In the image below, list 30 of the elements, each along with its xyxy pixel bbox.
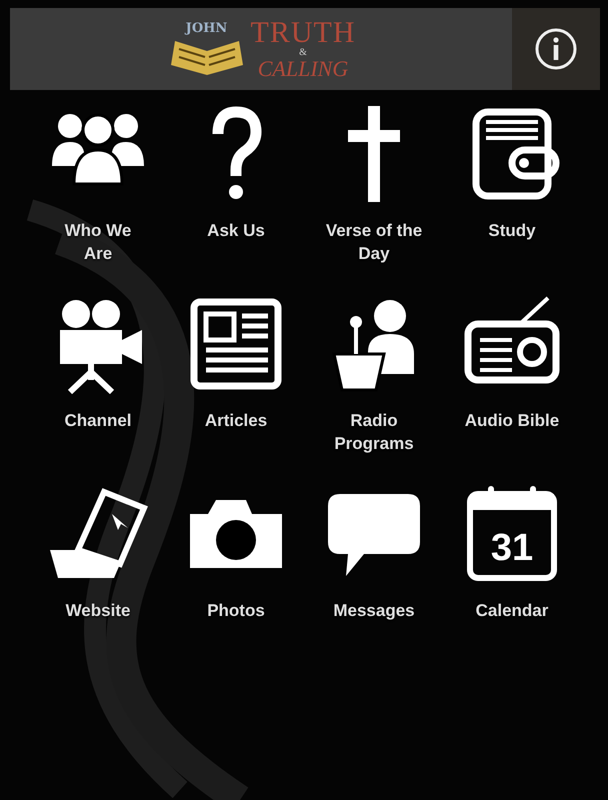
logo-subtitle: CALLING: [258, 58, 348, 80]
info-button[interactable]: [512, 8, 600, 90]
logo-title: TRUTH: [250, 18, 356, 48]
menu-tile[interactable]: Who We Are: [29, 104, 167, 270]
book-icon: [472, 108, 560, 200]
menu-tile[interactable]: Website: [29, 484, 167, 650]
newspaper-icon: [190, 298, 282, 390]
menu-tile[interactable]: Messages: [305, 484, 443, 650]
menu-tile[interactable]: 31 Calendar: [443, 484, 581, 650]
menu-tile[interactable]: Articles: [167, 294, 305, 460]
movie-camera-icon: [60, 300, 142, 394]
menu-tile[interactable]: Audio Bible: [443, 294, 581, 460]
menu-tile[interactable]: Ask Us: [167, 104, 305, 270]
info-icon: [534, 27, 578, 71]
cross-icon: [348, 106, 400, 202]
question-mark-icon: [212, 106, 262, 199]
menu-tile[interactable]: Channel: [29, 294, 167, 460]
people-icon: [52, 114, 144, 186]
logo-text: JOHN: [186, 22, 228, 34]
calendar-icon: [467, 486, 557, 581]
laptop-icon: [50, 488, 148, 578]
speech-bubble-icon: [328, 494, 420, 576]
menu-tile[interactable]: Study: [443, 104, 581, 270]
camera-icon: [190, 500, 282, 568]
menu-tile[interactable]: Radio Programs: [305, 294, 443, 460]
calendar-day: 31: [490, 527, 534, 569]
radio-icon: [464, 296, 560, 384]
logo-text: &: [299, 48, 307, 58]
menu-tile[interactable]: Photos: [167, 484, 305, 650]
menu-tile[interactable]: Verse of the Day: [305, 104, 443, 270]
